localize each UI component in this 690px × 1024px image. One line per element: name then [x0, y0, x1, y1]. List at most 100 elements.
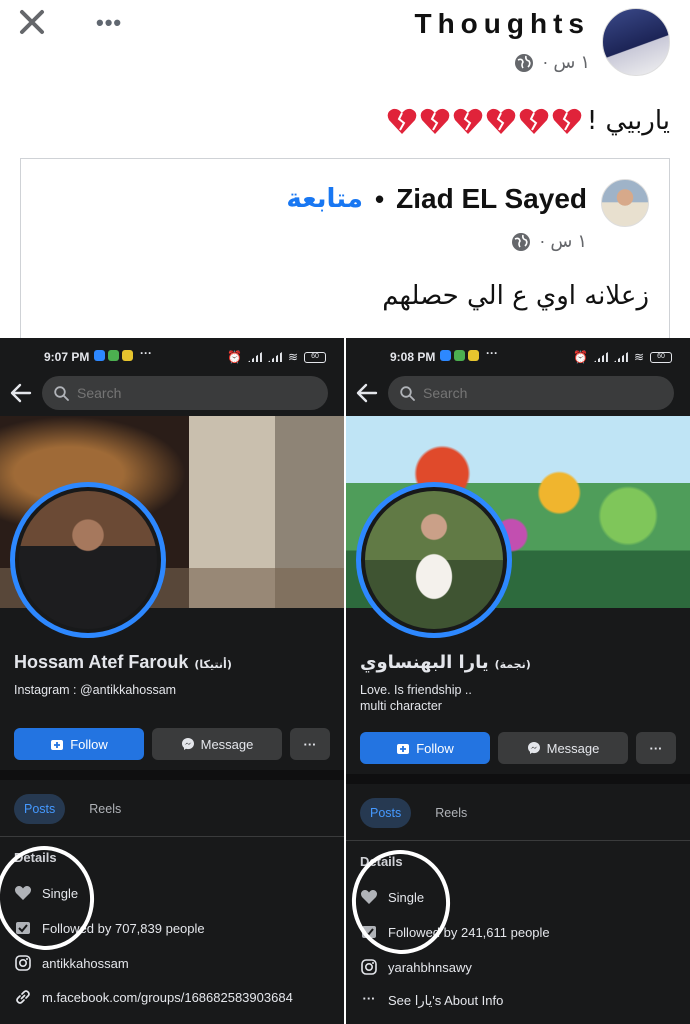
broken-hearts [386, 106, 583, 136]
search-icon [54, 385, 69, 401]
notification-icons [94, 350, 133, 361]
search-input[interactable] [423, 385, 643, 401]
status-more-icon: ··· [140, 346, 152, 360]
profile-name: يارا البهنساوي (نجمة) [360, 652, 531, 673]
shared-post-card[interactable]: Ziad EL Sayed • متابعة ١ س · زعلانه اوي … [20, 158, 670, 348]
separator-dot: • [375, 183, 385, 214]
section-separator [0, 770, 344, 780]
broken-heart-icon [552, 108, 582, 134]
search-icon [400, 385, 415, 401]
shared-post-time: ١ س · [539, 231, 587, 251]
tab-reels[interactable]: Reels [79, 794, 131, 824]
section-separator [346, 774, 690, 784]
signal-icon [247, 352, 262, 362]
post-author-name[interactable]: Thoughts [414, 8, 590, 40]
post-text-content: ياربيي ! [586, 106, 670, 136]
about-info-link: See يارا's About Info [388, 993, 504, 1008]
instagram-row[interactable]: yarahbhnsawy [360, 958, 472, 976]
globe-icon [515, 53, 534, 72]
message-label: Message [546, 740, 600, 756]
profile-nickname: (أنتيكا) [194, 658, 232, 671]
follow-label: Follow [416, 740, 454, 756]
about-row[interactable]: ··· See يارا's About Info [360, 991, 504, 1010]
messenger-notif-icon [94, 350, 105, 361]
profile-screenshot-left: 9:07 PM ··· ⏰ ≋ 60 Hossam Atef Farouk (أ… [0, 338, 344, 1024]
bio-line-1: Love. Is friendship .. [360, 683, 472, 697]
status-right-icons: ⏰ ≋ 60 [573, 350, 672, 364]
tab-divider [346, 840, 690, 841]
broken-heart-icon [387, 108, 417, 134]
instagram-handle: antikkahossam [42, 955, 129, 971]
post-meta: ١ س · [514, 52, 590, 73]
tab-posts[interactable]: Posts [360, 798, 412, 828]
wifi-icon: ≋ [633, 350, 644, 364]
app-notif-icon [122, 350, 133, 361]
profile-name-text: يارا البهنساوي [360, 652, 489, 673]
back-arrow-icon[interactable] [356, 382, 378, 404]
messenger-icon [527, 742, 540, 754]
shared-post-meta: ١ س · [511, 231, 587, 252]
annotation-circle [0, 839, 101, 957]
profile-tabs: Posts Reels [14, 794, 131, 824]
instagram-icon [361, 959, 377, 975]
tab-divider [0, 836, 344, 837]
profile-bio: Love. Is friendship .. multi character [360, 682, 660, 714]
search-input[interactable] [77, 385, 297, 401]
shared-author-name[interactable]: Ziad EL Sayed [396, 183, 587, 215]
follow-link[interactable]: متابعة [286, 184, 363, 214]
message-button[interactable]: Message [152, 728, 282, 760]
post-author-avatar[interactable] [602, 8, 670, 76]
profile-avatar[interactable] [10, 482, 166, 638]
broken-heart-icon [453, 108, 483, 134]
post-text: ياربيي ! [386, 106, 670, 136]
more-button[interactable]: ··· [636, 732, 676, 764]
link-row[interactable]: m.facebook.com/groups/168682583903684 [14, 988, 293, 1006]
status-time: 9:08 PM [390, 350, 436, 364]
follow-button[interactable]: Follow [14, 728, 144, 760]
search-bar[interactable] [388, 376, 674, 410]
app-notif-icon [454, 350, 465, 361]
shared-author-avatar[interactable] [601, 179, 649, 227]
signal-icon [613, 352, 628, 362]
more-button[interactable]: ··· [290, 728, 330, 760]
tab-posts[interactable]: Posts [14, 794, 66, 824]
profile-name: Hossam Atef Farouk (أنتيكا) [14, 652, 232, 673]
status-more-icon: ··· [486, 346, 498, 360]
tab-reels[interactable]: Reels [425, 798, 477, 828]
back-arrow-icon[interactable] [10, 382, 32, 404]
more-options-icon[interactable]: ••• [96, 10, 122, 36]
bio-line-2: multi character [360, 699, 442, 713]
profile-link: m.facebook.com/groups/168682583903684 [42, 989, 293, 1005]
profile-photo [365, 491, 503, 629]
status-time: 9:07 PM [44, 350, 90, 364]
shared-post-text: زعلانه اوي ع الي حصلهم [382, 281, 649, 311]
battery-icon: 60 [304, 351, 326, 363]
profile-name-text: Hossam Atef Farouk [14, 652, 189, 672]
close-icon[interactable] [14, 4, 50, 40]
app-notif-icon [108, 350, 119, 361]
follow-icon [51, 740, 64, 750]
follow-button[interactable]: Follow [360, 732, 490, 764]
search-bar[interactable] [42, 376, 328, 410]
profile-nickname: (نجمة) [494, 658, 531, 671]
instagram-row[interactable]: antikkahossam [14, 954, 129, 972]
more-horizontal-icon: ··· [362, 991, 376, 1006]
profile-avatar[interactable] [356, 482, 512, 638]
profile-photo [19, 491, 157, 629]
broken-heart-icon [519, 108, 549, 134]
message-label: Message [200, 736, 254, 752]
instagram-icon [15, 955, 31, 971]
follow-label: Follow [70, 736, 108, 752]
profile-actions: Follow Message ··· [14, 728, 330, 760]
wifi-icon: ≋ [287, 350, 298, 364]
status-right-icons: ⏰ ≋ 60 [227, 350, 326, 364]
signal-icon [593, 352, 608, 362]
alarm-icon: ⏰ [226, 350, 242, 364]
message-button[interactable]: Message [498, 732, 628, 764]
profile-screenshot-right: 9:08 PM ··· ⏰ ≋ 60 يارا البهنساوي (نجمة)… [346, 338, 690, 1024]
profile-actions: Follow Message ··· [360, 732, 676, 764]
notification-icons [440, 350, 479, 361]
profile-bio: Instagram : @antikkahossam [14, 683, 177, 697]
broken-heart-icon [420, 108, 450, 134]
messenger-notif-icon [440, 350, 451, 361]
